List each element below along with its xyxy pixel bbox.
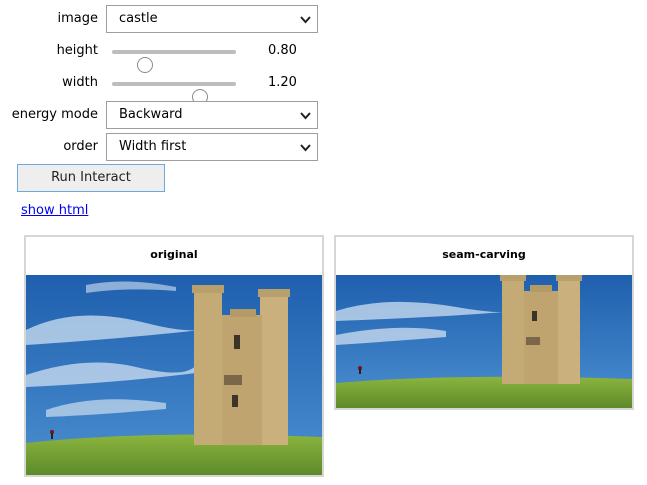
- seam-carving-panel: seam-carving: [334, 235, 634, 410]
- height-label: height: [56, 43, 98, 58]
- height-slider[interactable]: 0.80: [106, 37, 297, 73]
- original-panel: original: [24, 235, 324, 477]
- height-row: height 0.80: [0, 37, 330, 73]
- image-select-value: castle: [119, 11, 158, 26]
- width-label: width: [62, 75, 98, 90]
- run-interact-button[interactable]: Run Interact: [17, 164, 165, 192]
- energy-mode-row: energy mode Backward: [0, 101, 330, 129]
- show-html-link[interactable]: show html: [21, 202, 88, 220]
- width-row: width 1.20: [0, 69, 330, 105]
- image-label: image: [57, 11, 99, 26]
- image-select[interactable]: castle: [106, 5, 318, 33]
- energy-mode-select[interactable]: Backward: [106, 101, 318, 129]
- original-image: [26, 275, 322, 475]
- seam-carving-image: [336, 275, 632, 408]
- height-value: 0.80: [268, 43, 297, 58]
- height-slider-track[interactable]: [112, 50, 236, 73]
- order-row: order Width first: [0, 133, 330, 161]
- chevron-down-icon: [300, 112, 311, 120]
- image-row: image castle: [0, 5, 330, 33]
- order-select[interactable]: Width first: [106, 133, 318, 161]
- order-label: order: [63, 139, 98, 154]
- width-slider[interactable]: 1.20: [106, 69, 297, 105]
- width-value: 1.20: [268, 75, 297, 90]
- chevron-down-icon: [300, 144, 311, 152]
- seam-carving-panel-title: seam-carving: [442, 248, 526, 261]
- energy-mode-select-value: Backward: [119, 107, 183, 122]
- energy-mode-label: energy mode: [11, 107, 98, 122]
- original-panel-title: original: [150, 248, 198, 261]
- width-slider-track[interactable]: [112, 82, 236, 105]
- chevron-down-icon: [300, 16, 311, 24]
- order-select-value: Width first: [119, 139, 187, 154]
